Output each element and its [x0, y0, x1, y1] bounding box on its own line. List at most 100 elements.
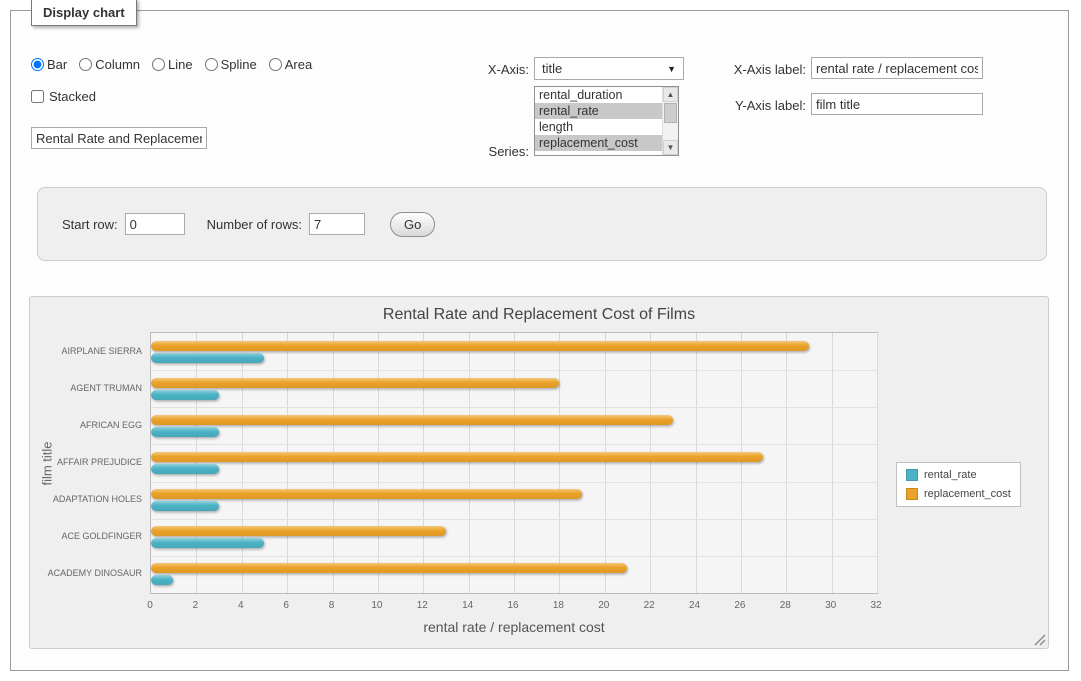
category-label: AFFAIR PREJUDICE: [30, 457, 142, 467]
x-tick-label: 4: [238, 600, 244, 611]
bar-rental_rate: [151, 390, 219, 400]
start-row-label: Start row:: [62, 217, 118, 232]
gridline: [741, 333, 742, 593]
bar-replacement_cost: [151, 415, 673, 425]
legend-swatch: [906, 488, 918, 500]
gridline: [287, 333, 288, 593]
x-tick-label: 26: [734, 600, 745, 611]
category-row-separator: [151, 444, 877, 445]
x-tick-label: 24: [689, 600, 700, 611]
series-listbox[interactable]: rental_durationrental_ratelengthreplacem…: [534, 86, 679, 156]
legend-item: rental_rate: [906, 469, 1011, 481]
y-axis-label-input[interactable]: [811, 93, 983, 115]
bar-rental_rate: [151, 464, 219, 474]
gridline: [333, 333, 334, 593]
category-label: ACE GOLDFINGER: [30, 531, 142, 541]
display-chart-panel: Display chart BarColumnLineSplineArea St…: [10, 10, 1069, 671]
gridline: [196, 333, 197, 593]
bar-rental_rate: [151, 575, 173, 585]
x-tick-label: 20: [598, 600, 609, 611]
x-axis-select-label: X-Axis:: [431, 62, 529, 77]
chart-title-input[interactable]: [31, 127, 207, 149]
x-tick-label: 28: [780, 600, 791, 611]
chart-type-label: Spline: [221, 57, 257, 72]
stacked-label: Stacked: [49, 89, 96, 104]
go-button[interactable]: Go: [390, 212, 435, 237]
series-select-label: Series:: [431, 144, 529, 159]
x-tick-label: 12: [417, 600, 428, 611]
category-row-separator: [151, 482, 877, 483]
panel-title: Display chart: [31, 0, 137, 26]
x-tick-labels: 02468101214161820222426283032: [150, 600, 878, 612]
plot-area: [150, 332, 878, 594]
stacked-checkbox[interactable]: [31, 90, 44, 103]
y-axis-label-label: Y-Axis label:: [639, 98, 806, 113]
category-label: AFRICAN EGG: [30, 420, 142, 430]
bar-rental_rate: [151, 353, 264, 363]
gridline: [650, 333, 651, 593]
bar-replacement_cost: [151, 341, 809, 351]
chart-legend: rental_rate replacement_cost: [896, 462, 1021, 507]
chart-type-radio-spline[interactable]: [205, 58, 218, 71]
legend-item: replacement_cost: [906, 488, 1011, 500]
category-label: ACADEMY DINOSAUR: [30, 568, 142, 578]
category-label: AIRPLANE SIERRA: [30, 346, 142, 356]
x-axis-selected-value: title: [542, 61, 562, 76]
x-tick-label: 32: [870, 600, 881, 611]
chart-type-label: Line: [168, 57, 193, 72]
chart-type-radio-area[interactable]: [269, 58, 282, 71]
gridline: [514, 333, 515, 593]
category-row-separator: [151, 519, 877, 520]
category-labels: AIRPLANE SIERRA AGENT TRUMAN AFRICAN EGG AF…: [30, 332, 142, 594]
bar-replacement_cost: [151, 452, 763, 462]
chart-type-group: Bar Column Line Spline Area: [31, 57, 312, 72]
category-label: AGENT TRUMAN: [30, 383, 142, 393]
series-option-replacement_cost[interactable]: replacement_cost: [535, 135, 662, 151]
x-tick-label: 8: [329, 600, 335, 611]
chart-type-radio-line[interactable]: [152, 58, 165, 71]
gridline: [696, 333, 697, 593]
chart-type-option-column[interactable]: Column: [79, 57, 140, 72]
x-tick-label: 22: [644, 600, 655, 611]
x-tick-label: 10: [371, 600, 382, 611]
chart-container: Rental Rate and Replacement Cost of Film…: [29, 296, 1049, 649]
legend-label: replacement_cost: [924, 488, 1011, 500]
x-axis-title: rental rate / replacement cost: [150, 619, 878, 635]
chart-type-radio-bar[interactable]: [31, 58, 44, 71]
bar-replacement_cost: [151, 563, 627, 573]
bar-replacement_cost: [151, 378, 559, 388]
chart-type-option-area[interactable]: Area: [269, 57, 312, 72]
chart-type-label: Bar: [47, 57, 67, 72]
x-axis-label-input[interactable]: [811, 57, 983, 79]
category-row-separator: [151, 370, 877, 371]
category-row-separator: [151, 556, 877, 557]
gridline: [832, 333, 833, 593]
x-tick-label: 18: [553, 600, 564, 611]
gridline: [605, 333, 606, 593]
chart-type-option-line[interactable]: Line: [152, 57, 193, 72]
scroll-down-icon[interactable]: ▼: [663, 140, 678, 155]
bar-rental_rate: [151, 538, 264, 548]
start-row-input[interactable]: [125, 213, 185, 235]
number-of-rows-label: Number of rows:: [207, 217, 302, 232]
x-tick-label: 16: [507, 600, 518, 611]
series-option-length[interactable]: length: [535, 119, 662, 135]
legend-label: rental_rate: [924, 469, 977, 481]
chart-type-option-spline[interactable]: Spline: [205, 57, 257, 72]
stacked-option[interactable]: Stacked: [31, 89, 96, 104]
category-label: ADAPTATION HOLES: [30, 494, 142, 504]
gridline: [786, 333, 787, 593]
chart-type-option-bar[interactable]: Bar: [31, 57, 67, 72]
gridline: [559, 333, 560, 593]
x-tick-label: 0: [147, 600, 153, 611]
resize-handle-icon[interactable]: [1034, 634, 1046, 646]
gridline: [378, 333, 379, 593]
gridline: [423, 333, 424, 593]
row-range-box: Start row: Number of rows: Go: [37, 187, 1047, 261]
category-row-separator: [151, 407, 877, 408]
number-of-rows-input[interactable]: [309, 213, 365, 235]
x-tick-label: 2: [193, 600, 199, 611]
chart-type-label: Area: [285, 57, 312, 72]
gridline: [877, 333, 878, 593]
chart-type-radio-column[interactable]: [79, 58, 92, 71]
